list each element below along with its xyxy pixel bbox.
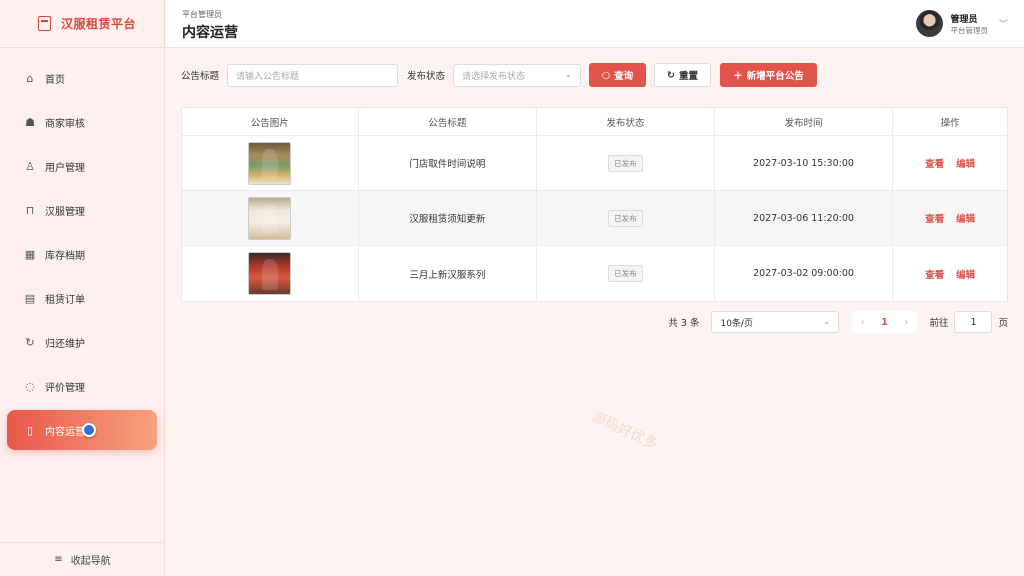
- announcement-image[interactable]: [248, 141, 292, 185]
- file-icon: ▯: [26, 423, 34, 437]
- sidebar-item-merchant-review[interactable]: ☗ 商家审核: [7, 102, 157, 142]
- cursor-indicator: [82, 423, 96, 437]
- table-row: 汉服租赁须知更新 已发布 2027-03-06 11:20:00 查看 编辑: [182, 191, 1007, 246]
- chevron-down-icon: ﹀: [998, 20, 1008, 30]
- announcement-table: 公告图片 公告标题 发布状态 发布时间 操作 门店取件时间说明 已发布 2027…: [181, 107, 1008, 302]
- announcement-image[interactable]: [248, 196, 292, 240]
- edit-button[interactable]: 编辑: [956, 156, 975, 170]
- refresh-icon: ↻: [25, 335, 35, 349]
- publish-time: 2027-03-06 11:20:00: [715, 191, 894, 245]
- pagination: 共 3 条 10条/页 ⌄ ‹ 1 › 前往 1 页: [668, 311, 1008, 333]
- edit-button[interactable]: 编辑: [956, 211, 975, 225]
- chevron-down-icon: ⌄: [822, 317, 831, 327]
- sidebar-item-reviews[interactable]: ◌ 评价管理: [7, 366, 157, 406]
- prev-page-button[interactable]: ‹: [851, 311, 873, 333]
- sidebar-item-label: 租赁订单: [45, 294, 85, 306]
- user-role: 平台管理员: [950, 25, 988, 35]
- brand: 汉服租赁平台: [0, 0, 164, 48]
- sidebar-item-label: 首页: [45, 74, 65, 86]
- sidebar-item-hanfu[interactable]: ⊓ 汉服管理: [7, 190, 157, 230]
- column-header: 操作: [940, 117, 960, 129]
- sidebar-item-users[interactable]: ♙ 用户管理: [7, 146, 157, 186]
- collapse-nav-label: 收起导航: [70, 556, 111, 567]
- sidebar-item-label: 汉服管理: [45, 206, 85, 218]
- status-badge: 已发布: [608, 154, 643, 172]
- brand-title: 汉服租赁平台: [61, 17, 137, 31]
- chat-icon: ◌: [25, 379, 35, 393]
- table-row: 三月上新汉服系列 已发布 2027-03-02 09:00:00 查看 编辑: [182, 246, 1007, 301]
- goto-page-input[interactable]: 1: [954, 311, 993, 333]
- watermark: 源码好优多: [589, 408, 660, 453]
- menu-icon: ≡: [54, 554, 63, 565]
- status-badge: 已发布: [608, 265, 643, 282]
- column-header: 公告图片: [182, 108, 359, 135]
- title-search-input[interactable]: 请输入公告标题: [227, 63, 399, 87]
- view-button[interactable]: 查看: [925, 211, 944, 225]
- sidebar-item-label: 库存档期: [45, 250, 85, 262]
- column-header: 发布状态: [537, 108, 715, 135]
- sidebar-item-home[interactable]: ⌂ 首页: [7, 58, 157, 98]
- header: 平台管理员 内容运营 管理员 平台管理员 ﹀: [166, 0, 1024, 48]
- title-filter-label: 公告标题: [181, 71, 220, 82]
- sidebar-item-inventory[interactable]: ▦ 库存档期: [7, 234, 157, 274]
- status-badge: 已发布: [608, 209, 643, 227]
- page-buttons: ‹ 1 ›: [851, 311, 918, 333]
- user-icon: ♙: [25, 159, 35, 173]
- edit-button[interactable]: 编辑: [956, 267, 975, 281]
- sidebar-item-orders[interactable]: ▤ 租赁订单: [7, 278, 157, 318]
- publish-time: 2027-03-10 15:30:00: [715, 136, 894, 190]
- sidebar-item-label: 商家审核: [45, 118, 85, 130]
- next-page-button[interactable]: ›: [895, 311, 917, 333]
- book-icon: [38, 16, 51, 31]
- announcement-title: 汉服租赁须知更新: [359, 191, 538, 245]
- sidebar-item-label: 评价管理: [45, 382, 85, 394]
- table-header: 公告图片 公告标题 发布状态 发布时间 操作: [182, 108, 1007, 136]
- avatar: [916, 10, 944, 37]
- sidebar-item-label: 归还维护: [45, 338, 85, 350]
- view-button[interactable]: 查看: [925, 267, 944, 281]
- status-select[interactable]: 请选择发布状态 ⌄: [453, 63, 582, 87]
- announcement-title: 三月上新汉服系列: [359, 246, 538, 301]
- breadcrumb: 平台管理员: [182, 10, 222, 19]
- calendar-icon: ▦: [24, 247, 36, 261]
- total-count: 共 3 条: [668, 318, 700, 329]
- filter-bar: 公告标题 请输入公告标题 发布状态 请选择发布状态 ⌄ ○ 查询 ↻ 重置 ＋ …: [181, 63, 818, 87]
- announcement-title: 门店取件时间说明: [359, 136, 538, 190]
- sidebar-item-returns[interactable]: ↻ 归还维护: [7, 322, 157, 362]
- table-row: 门店取件时间说明 已发布 2027-03-10 15:30:00 查看 编辑: [182, 136, 1007, 191]
- column-header: 公告标题: [359, 108, 538, 135]
- sidebar-item-content[interactable]: ▯ 内容运营: [7, 410, 157, 450]
- view-button[interactable]: 查看: [925, 156, 944, 170]
- reset-button[interactable]: ↻ 重置: [654, 63, 712, 87]
- collapse-nav-button[interactable]: ≡ 收起导航: [0, 542, 165, 576]
- user-name: 管理员: [950, 14, 978, 25]
- page-unit: 页: [998, 318, 1008, 329]
- home-icon: ⌂: [26, 71, 34, 85]
- sidebar-item-label: 用户管理: [45, 162, 85, 174]
- sidebar: 汉服租赁平台 ⌂ 首页 ☗ 商家审核 ♙ 用户管理 ⊓ 汉服管理 ▦ 库存档期 …: [0, 0, 165, 576]
- person-icon: ☗: [25, 115, 35, 129]
- status-filter-label: 发布状态: [407, 71, 446, 82]
- bag-icon: ⊓: [25, 203, 35, 217]
- column-header: 发布时间: [715, 108, 894, 135]
- page-size-select[interactable]: 10条/页 ⌄: [711, 311, 840, 333]
- search-icon: ○: [601, 69, 611, 81]
- publish-time: 2027-03-02 09:00:00: [715, 246, 894, 301]
- sidebar-nav: ⌂ 首页 ☗ 商家审核 ♙ 用户管理 ⊓ 汉服管理 ▦ 库存档期 ▤ 租赁订单 …: [0, 48, 164, 450]
- page-number[interactable]: 1: [873, 311, 895, 333]
- add-announcement-button[interactable]: ＋ 新增平台公告: [720, 63, 818, 87]
- refresh-icon: ↻: [667, 69, 675, 81]
- plus-icon: ＋: [733, 71, 743, 82]
- announcement-image[interactable]: [248, 252, 292, 295]
- search-button[interactable]: ○ 查询: [589, 63, 647, 87]
- sidebar-item-label: 内容运营: [45, 426, 85, 438]
- page-title: 内容运营: [182, 25, 238, 41]
- user-menu[interactable]: 管理员 平台管理员 ﹀: [916, 10, 1008, 37]
- chevron-down-icon: ⌄: [564, 70, 573, 80]
- goto-label: 前往: [929, 318, 949, 329]
- document-icon: ▤: [24, 291, 36, 305]
